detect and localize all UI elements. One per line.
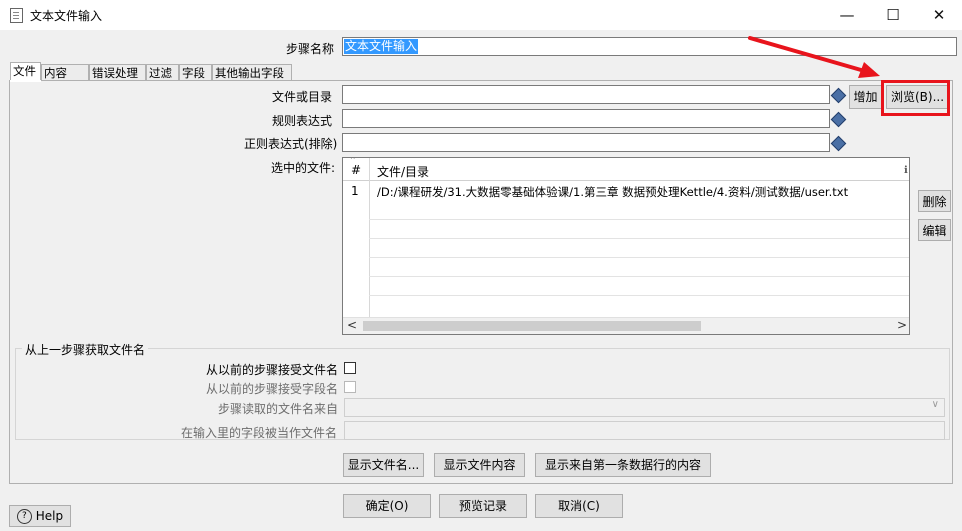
- step-source-label: 步骤读取的文件名来自: [218, 402, 339, 416]
- close-button[interactable]: ✕: [916, 0, 962, 30]
- row-number: 1: [351, 184, 359, 198]
- grid-line: [369, 219, 909, 220]
- table-row[interactable]: 1 /D:/课程研发/31.大数据零基础体验课/1.第三章 数据预处理Kettl…: [343, 180, 909, 200]
- accept-filenames-checkbox[interactable]: [344, 362, 356, 374]
- chevron-down-icon: ∨: [931, 399, 939, 410]
- ok-button[interactable]: 确定(O): [343, 494, 431, 518]
- maximize-button[interactable]: ☐: [870, 0, 916, 30]
- accept-fieldname-label: 从以前的步骤接受字段名: [206, 382, 339, 396]
- tab-error-handling[interactable]: 错误处理: [89, 64, 146, 80]
- active-tab-joint: [10, 80, 41, 82]
- step-name-label: 步骤名称: [286, 42, 335, 56]
- tab-file[interactable]: 文件: [10, 62, 41, 80]
- help-button[interactable]: ? Help: [9, 505, 71, 527]
- step-name-value: 文本文件输入: [344, 39, 419, 54]
- exclude-regex-label: 正则表达式(排除): [244, 137, 338, 151]
- horizontal-scrollbar[interactable]: < >: [343, 317, 909, 334]
- preview-button[interactable]: 预览记录: [439, 494, 527, 518]
- selected-files-table[interactable]: ⌃ # 文件/目录 1 /D:/课程研发/31.大数据零基础体验课/1.第三章 …: [342, 157, 910, 335]
- exclude-regex-input[interactable]: [342, 133, 830, 152]
- selected-files-label: 选中的文件:: [271, 161, 336, 175]
- grid-line: [369, 276, 909, 277]
- accept-fieldname-checkbox[interactable]: [344, 381, 356, 393]
- grid-line: [369, 257, 909, 258]
- tab-content[interactable]: 内容: [41, 64, 89, 80]
- info-icon: ℹ: [904, 165, 908, 176]
- window-title: 文本文件输入: [30, 9, 103, 23]
- cancel-button[interactable]: 取消(C): [535, 494, 623, 518]
- title-bar: [0, 0, 962, 30]
- scroll-left-arrow[interactable]: <: [347, 318, 357, 332]
- regex-input[interactable]: [342, 109, 830, 128]
- regex-label: 规则表达式: [272, 114, 333, 128]
- help-button-label: Help: [35, 509, 64, 523]
- show-file-content-button[interactable]: 显示文件内容: [434, 453, 525, 477]
- tab-filter[interactable]: 过滤: [146, 64, 179, 80]
- scrollbar-thumb[interactable]: [363, 321, 701, 331]
- field-as-filename-label: 在输入里的字段被当作文件名: [181, 426, 338, 440]
- minimize-button[interactable]: —: [824, 0, 870, 30]
- group-title: 从上一步骤获取文件名: [22, 341, 149, 358]
- accept-filenames-label: 从以前的步骤接受文件名: [206, 363, 339, 377]
- show-first-row-content-button[interactable]: 显示来自第一条数据行的内容: [535, 453, 711, 477]
- file-or-dir-label: 文件或目录: [272, 90, 333, 104]
- step-source-select[interactable]: ∨: [344, 398, 945, 417]
- grid-line: [369, 295, 909, 296]
- row-file-path: /D:/课程研发/31.大数据零基础体验课/1.第三章 数据预处理Kettle/…: [377, 185, 849, 199]
- help-icon: ?: [16, 509, 32, 524]
- column-header-number[interactable]: #: [351, 163, 361, 177]
- grid-line: [369, 238, 909, 239]
- annotation-highlight-box: [881, 80, 950, 116]
- tab-fields[interactable]: 字段: [179, 64, 212, 80]
- annotation-arrow: [748, 36, 880, 78]
- field-as-filename-input[interactable]: [344, 421, 945, 440]
- document-icon: [10, 8, 23, 23]
- column-header-file[interactable]: 文件/目录: [377, 163, 429, 180]
- scroll-right-arrow[interactable]: >: [897, 318, 907, 332]
- delete-button[interactable]: 删除: [918, 190, 951, 212]
- show-filenames-button[interactable]: 显示文件名...: [343, 453, 424, 477]
- edit-button[interactable]: 编辑: [918, 219, 951, 241]
- tab-other-output-fields[interactable]: 其他输出字段: [212, 64, 292, 80]
